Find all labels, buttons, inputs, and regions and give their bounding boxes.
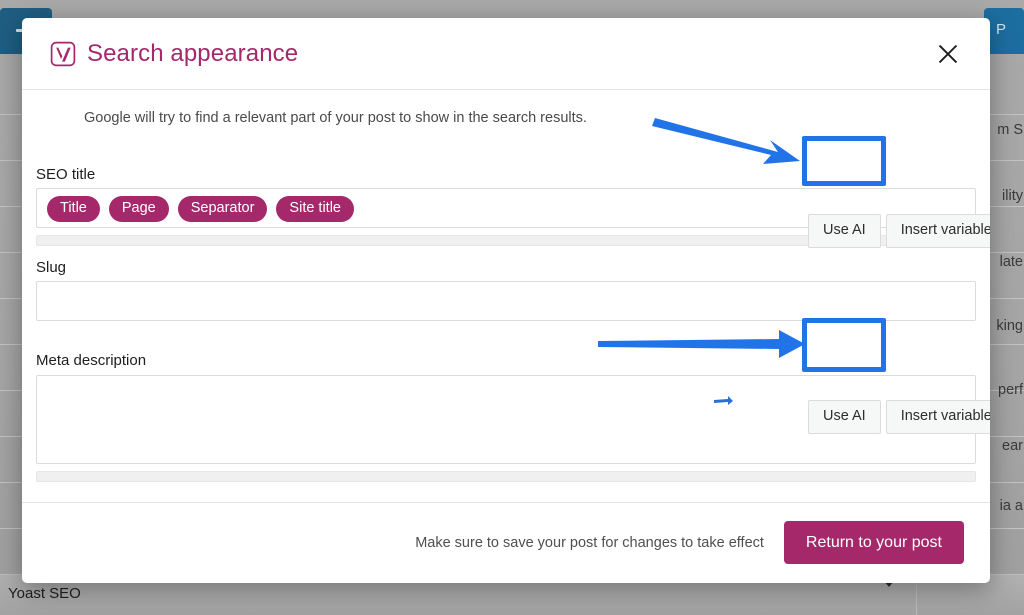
seo-title-actions: Use AI Insert variable bbox=[808, 214, 990, 249]
slug-label: Slug bbox=[36, 259, 67, 276]
table-row: king bbox=[996, 318, 1023, 334]
insert-variable-button-seo-title[interactable]: Insert variable bbox=[885, 214, 990, 249]
variable-tag-page[interactable]: Page bbox=[108, 196, 169, 222]
snippet-helper-text: Google will try to find a relevant part … bbox=[84, 110, 587, 126]
save-reminder-text: Make sure to save your post for changes … bbox=[415, 534, 764, 551]
table-row: ility bbox=[1002, 188, 1023, 204]
table-row: perf bbox=[998, 382, 1023, 398]
use-ai-button-meta-description[interactable]: Use AI bbox=[808, 400, 881, 435]
table-row: ear bbox=[1002, 438, 1023, 454]
yoast-logo-icon bbox=[50, 41, 76, 66]
screen-root: P m S ility late king perf ear ia a Yoas… bbox=[0, 0, 1024, 615]
variable-tag-separator[interactable]: Separator bbox=[177, 196, 268, 222]
table-row: m S bbox=[997, 122, 1023, 138]
insert-variable-button-meta-description[interactable]: Insert variable bbox=[885, 400, 990, 435]
table-row: late bbox=[999, 254, 1023, 270]
modal-footer: Make sure to save your post for changes … bbox=[22, 502, 990, 582]
publish-tab[interactable]: P bbox=[984, 8, 1024, 54]
meta-description-length-progress bbox=[36, 471, 976, 482]
close-button[interactable] bbox=[928, 34, 968, 74]
page-title: Search appearance bbox=[87, 39, 299, 67]
meta-description-actions: Use AI Insert variable bbox=[808, 400, 990, 435]
seo-title-variable-tags: Title Page Separator Site title bbox=[37, 196, 355, 222]
variable-tag-site-title[interactable]: Site title bbox=[276, 196, 355, 222]
return-to-post-button[interactable]: Return to your post bbox=[783, 520, 964, 565]
modal-header: Search appearance bbox=[22, 18, 990, 90]
meta-description-label: Meta description bbox=[36, 352, 147, 369]
search-appearance-modal: Search appearance Google will try to fin… bbox=[22, 18, 990, 583]
variable-tag-title[interactable]: Title bbox=[47, 196, 100, 222]
slug-input[interactable] bbox=[36, 281, 976, 321]
yoast-seo-metabox-label: Yoast SEO bbox=[8, 585, 81, 602]
use-ai-button-seo-title[interactable]: Use AI bbox=[808, 214, 881, 249]
close-icon bbox=[938, 44, 958, 63]
modal-body: Google will try to find a relevant part … bbox=[22, 90, 990, 502]
table-row: ia a bbox=[999, 498, 1023, 514]
seo-title-label: SEO title bbox=[36, 166, 96, 183]
